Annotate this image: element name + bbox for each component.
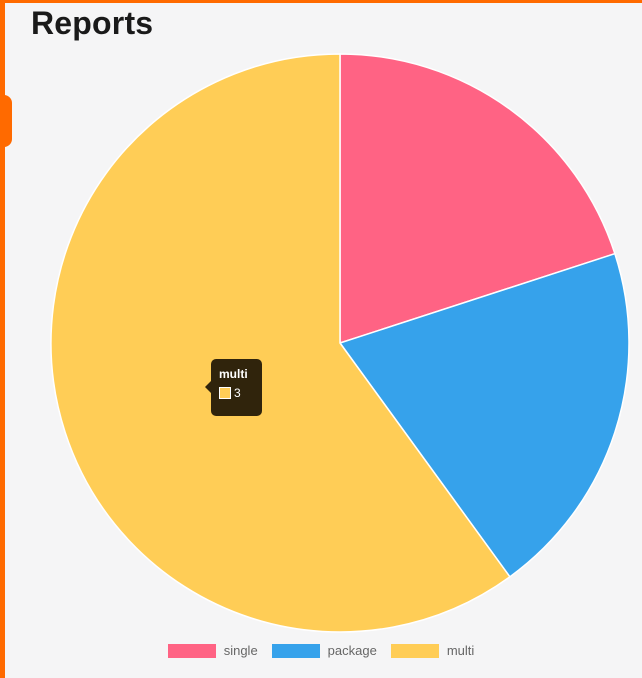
chart-tooltip: multi 3 (205, 359, 262, 416)
legend-label-single: single (223, 643, 258, 658)
legend-item-package[interactable]: package (271, 643, 377, 658)
tooltip-color-swatch (219, 387, 231, 399)
tooltip-title: multi (219, 367, 248, 381)
legend-swatch-multi (390, 643, 439, 658)
tooltip-value: 3 (234, 386, 241, 400)
pie-chart (50, 53, 630, 633)
legend-label-multi: multi (446, 643, 475, 658)
legend-item-single[interactable]: single (167, 643, 258, 658)
legend-item-multi[interactable]: multi (390, 643, 475, 658)
legend-swatch-single (167, 643, 216, 658)
legend-swatch-package (271, 643, 320, 658)
tooltip-row: 3 (219, 386, 262, 400)
legend-label-package: package (327, 643, 377, 658)
chart-legend: single package multi (0, 643, 642, 658)
